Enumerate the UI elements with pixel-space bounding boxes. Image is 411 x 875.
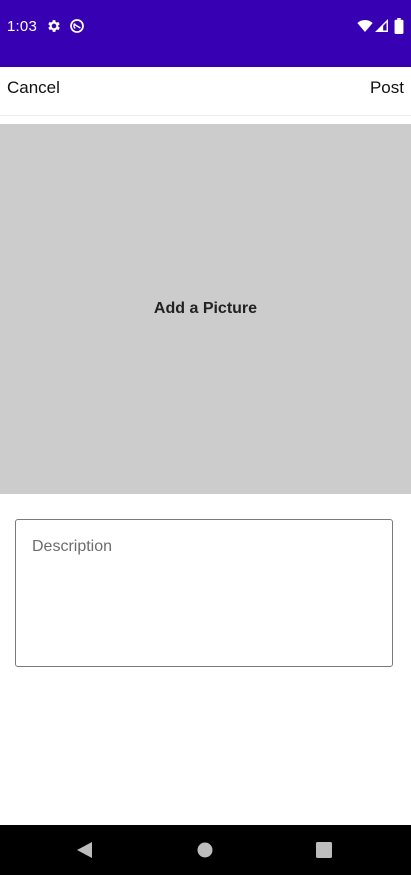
- add-picture-label: Add a Picture: [153, 300, 258, 317]
- home-icon[interactable]: [196, 841, 214, 859]
- wifi-icon: [357, 18, 373, 34]
- navigation-bar: [0, 825, 411, 875]
- sync-icon: [69, 18, 85, 34]
- battery-icon: [394, 18, 404, 34]
- settings-icon: [46, 18, 62, 34]
- status-bar: 1:03: [0, 0, 411, 67]
- description-field[interactable]: [16, 520, 392, 666]
- signal-icon: [375, 18, 389, 34]
- top-bar: Cancel Post: [0, 67, 411, 116]
- back-icon[interactable]: [76, 841, 94, 859]
- cancel-button[interactable]: Cancel: [7, 67, 60, 109]
- screen: 1:03 Cancel Post Add a Picture: [0, 0, 411, 875]
- status-time: 1:03: [7, 18, 37, 35]
- post-button[interactable]: Post: [370, 67, 404, 109]
- recents-icon[interactable]: [315, 841, 333, 859]
- add-picture-area[interactable]: Add a Picture: [0, 124, 411, 494]
- description-field-container: [15, 519, 393, 667]
